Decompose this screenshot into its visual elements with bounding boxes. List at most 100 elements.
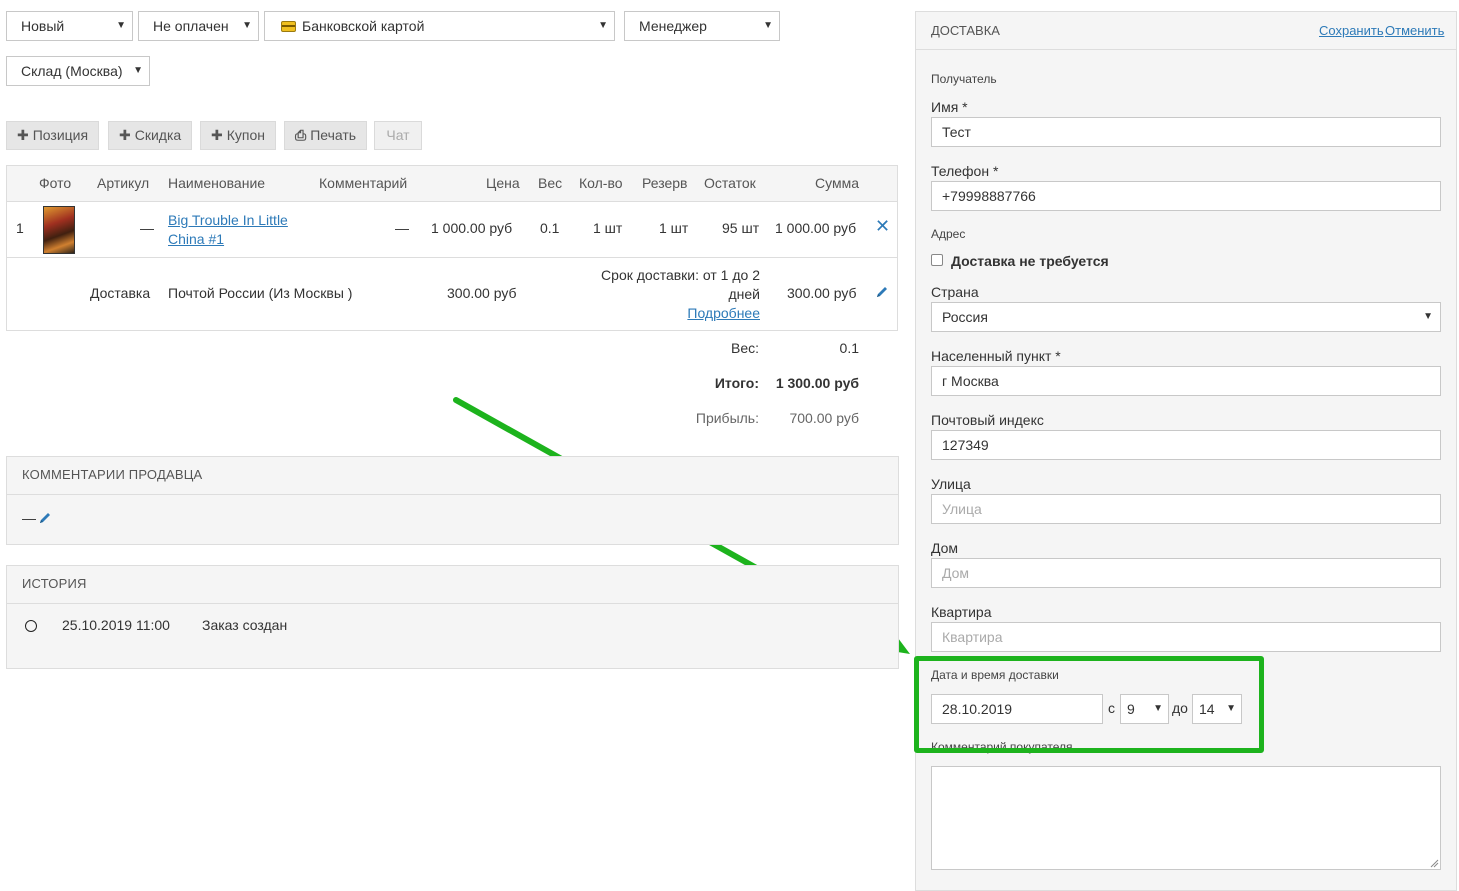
delivery-row-label: Доставка bbox=[90, 285, 151, 301]
delivery-details-link[interactable]: Подробнее bbox=[567, 304, 760, 323]
no-delivery-label[interactable]: Доставка не требуется bbox=[951, 253, 1109, 269]
chevron-down-icon: ▼ bbox=[133, 65, 143, 76]
payment-status-select[interactable]: Не оплачен ▼ bbox=[138, 11, 259, 41]
street-input[interactable]: Улица bbox=[931, 494, 1441, 524]
payment-method-value: Банковской картой bbox=[302, 18, 425, 34]
add-coupon-label: Купон bbox=[226, 127, 265, 143]
add-position-label: Позиция bbox=[32, 127, 89, 143]
row-qty[interactable]: 1 шт bbox=[593, 220, 622, 236]
product-name-line1[interactable]: Big Trouble In Little bbox=[168, 211, 288, 230]
product-link[interactable]: Big Trouble In Little China #1 bbox=[168, 211, 288, 249]
recipient-section-label: Получатель bbox=[931, 72, 997, 86]
warehouse-value: Склад (Москва) bbox=[21, 63, 123, 79]
customer-comment-textarea[interactable] bbox=[931, 766, 1441, 870]
manager-value: Менеджер bbox=[639, 18, 707, 34]
header-price: Цена bbox=[486, 175, 520, 191]
house-label: Дом bbox=[931, 540, 959, 556]
delivery-price: 300.00 руб bbox=[447, 285, 517, 301]
row-comment: — bbox=[395, 220, 409, 236]
add-discount-label: Скидка bbox=[134, 127, 182, 143]
circle-icon bbox=[25, 620, 37, 632]
remove-item-icon[interactable]: ✕ bbox=[875, 216, 890, 237]
zip-value: 127349 bbox=[942, 437, 989, 453]
chat-label: Чат bbox=[386, 127, 410, 143]
header-weight: Вес bbox=[538, 175, 563, 191]
apartment-label: Квартира bbox=[931, 604, 992, 620]
header-comment: Комментарий bbox=[319, 175, 408, 191]
zip-input[interactable]: 127349 bbox=[931, 430, 1441, 460]
add-coupon-button[interactable]: ✚ Купон bbox=[200, 121, 276, 150]
row-sku: — bbox=[140, 220, 154, 236]
add-discount-button[interactable]: ✚ Скидка bbox=[108, 121, 193, 150]
print-label: Печать bbox=[310, 127, 357, 143]
country-select[interactable]: Россия ▼ bbox=[931, 302, 1441, 332]
chevron-down-icon: ▼ bbox=[598, 20, 608, 31]
name-input[interactable]: Тест bbox=[931, 117, 1441, 147]
history-text: Заказ создан bbox=[202, 617, 288, 633]
order-status-value: Новый bbox=[21, 18, 65, 34]
name-value: Тест bbox=[942, 124, 971, 140]
delivery-term-line2: дней bbox=[728, 286, 760, 302]
edit-pencil-icon[interactable] bbox=[38, 511, 52, 525]
chevron-down-icon: ▼ bbox=[1423, 311, 1433, 322]
payment-method-select[interactable]: Банковской картой ▼ bbox=[264, 11, 615, 41]
delivery-sum: 300.00 руб bbox=[787, 285, 857, 301]
cancel-link[interactable]: Отменить bbox=[1385, 23, 1444, 38]
plus-icon: ✚ bbox=[17, 127, 29, 143]
save-link[interactable]: Сохранить bbox=[1319, 23, 1384, 38]
row-sum: 1 000.00 руб bbox=[775, 220, 857, 236]
seller-comment-value: — bbox=[22, 510, 36, 526]
no-delivery-checkbox[interactable] bbox=[931, 254, 943, 266]
chevron-down-icon: ▼ bbox=[116, 20, 126, 31]
add-position-button[interactable]: ✚ Позиция bbox=[6, 121, 100, 150]
header-stock: Остаток bbox=[704, 175, 756, 191]
warehouse-select[interactable]: Склад (Москва) ▼ bbox=[6, 56, 150, 86]
row-stock: 95 шт bbox=[722, 220, 760, 236]
print-button[interactable]: ⎙ Печать bbox=[284, 121, 368, 150]
chevron-down-icon: ▼ bbox=[242, 20, 252, 31]
header-sku: Артикул bbox=[97, 175, 150, 191]
product-thumbnail[interactable] bbox=[43, 206, 75, 254]
delivery-panel-title: ДОСТАВКА bbox=[931, 23, 1000, 38]
name-label: Имя * bbox=[931, 99, 968, 115]
city-label: Населенный пункт * bbox=[931, 348, 1061, 364]
house-input[interactable]: Дом bbox=[931, 558, 1441, 588]
resize-handle-icon[interactable] bbox=[1430, 859, 1439, 868]
history-date: 25.10.2019 11:00 bbox=[62, 617, 170, 633]
address-section-label: Адрес bbox=[931, 227, 966, 241]
product-name-line2[interactable]: China #1 bbox=[168, 230, 288, 249]
seller-comment: — bbox=[22, 510, 36, 526]
country-value: Россия bbox=[942, 309, 988, 325]
annotation-highlight-box bbox=[914, 656, 1264, 753]
delivery-panel-header: ДОСТАВКА Сохранить Отменить bbox=[916, 12, 1456, 50]
city-input[interactable]: г Москва bbox=[931, 366, 1441, 396]
apartment-input[interactable]: Квартира bbox=[931, 622, 1441, 652]
plus-icon: ✚ bbox=[211, 127, 223, 143]
delivery-panel: ДОСТАВКА Сохранить Отменить Получатель И… bbox=[915, 11, 1457, 891]
row-divider bbox=[7, 257, 897, 258]
totals-total-label: Итого: bbox=[714, 375, 759, 391]
payment-status-value: Не оплачен bbox=[153, 18, 229, 34]
edit-pencil-icon[interactable] bbox=[875, 285, 889, 299]
chat-button[interactable]: Чат bbox=[374, 121, 422, 150]
printer-icon: ⎙ bbox=[295, 127, 307, 143]
header-name: Наименование bbox=[168, 175, 266, 191]
header-photo: Фото bbox=[39, 175, 72, 191]
country-label: Страна bbox=[931, 284, 979, 300]
phone-label: Телефон * bbox=[931, 163, 999, 179]
totals-weight-value: 0.1 bbox=[839, 340, 859, 356]
manager-select[interactable]: Менеджер ▼ bbox=[624, 11, 780, 41]
phone-input[interactable]: +79998887766 bbox=[931, 181, 1441, 211]
zip-label: Почтовый индекс bbox=[931, 412, 1044, 428]
header-sum: Сумма bbox=[815, 175, 859, 191]
row-weight: 0.1 bbox=[540, 220, 560, 236]
order-status-select[interactable]: Новый ▼ bbox=[6, 11, 133, 41]
history-title: ИСТОРИЯ bbox=[7, 566, 898, 604]
row-number: 1 bbox=[16, 220, 24, 236]
street-placeholder: Улица bbox=[942, 501, 982, 517]
plus-icon: ✚ bbox=[119, 127, 131, 143]
apartment-placeholder: Квартира bbox=[942, 629, 1003, 645]
delivery-term-line1: Срок доставки: от 1 до 2 bbox=[601, 267, 760, 283]
history-panel: ИСТОРИЯ 25.10.2019 11:00 Заказ создан bbox=[6, 565, 899, 669]
delivery-term: Срок доставки: от 1 до 2 дней Подробнее bbox=[567, 266, 760, 323]
